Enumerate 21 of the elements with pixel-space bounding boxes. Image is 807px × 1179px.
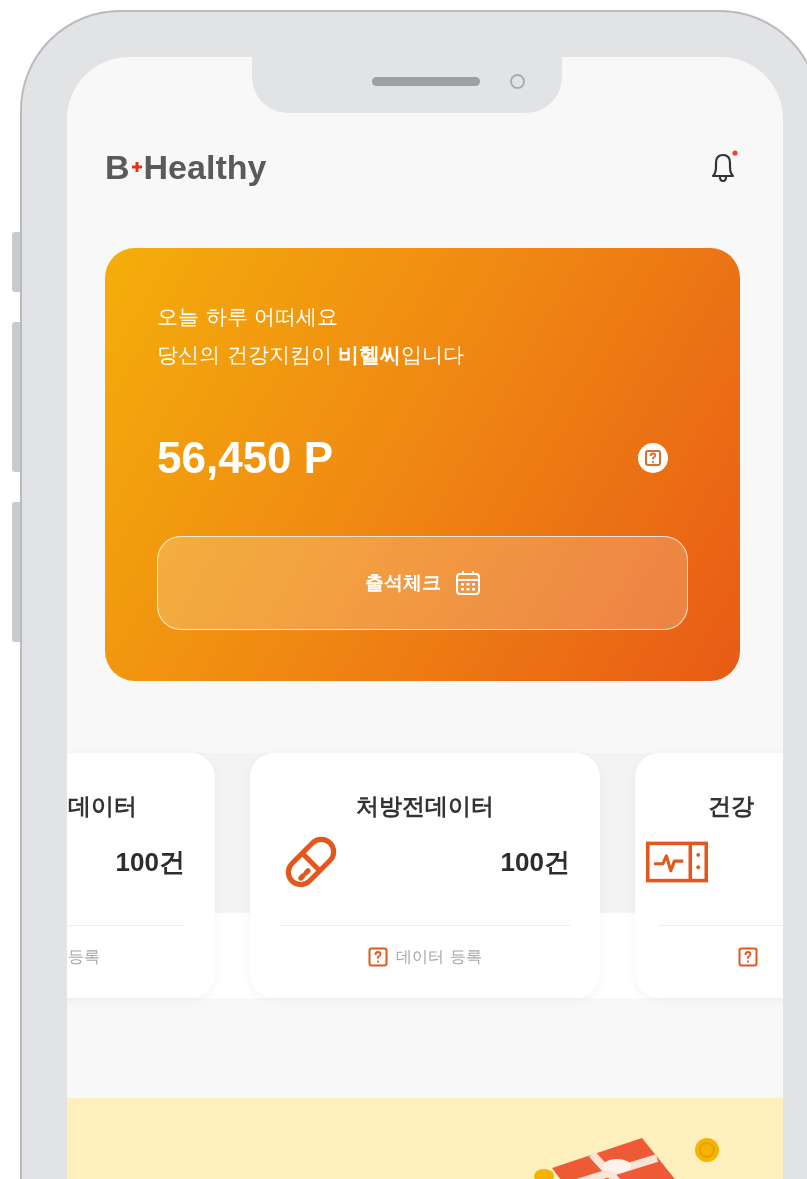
record-count: 100건 — [500, 845, 570, 879]
logo-text: Healthy — [143, 147, 267, 187]
points-value: 56,450 P — [157, 433, 334, 483]
speaker-icon — [372, 77, 480, 86]
logo-text: B — [105, 147, 130, 187]
card-title: 건강 — [707, 792, 755, 821]
data-card[interactable]: 처방전데이터 100건 데이터 등록 — [250, 753, 600, 998]
help-icon[interactable] — [738, 947, 758, 967]
record-count: 100건 — [115, 845, 185, 879]
help-icon[interactable] — [368, 947, 389, 967]
help-icon[interactable] — [638, 443, 668, 473]
data-card[interactable]: 데이터 100건 등록 — [67, 753, 215, 998]
calendar-icon — [454, 570, 481, 596]
greeting-text: 당신의 건강지킴이 비헬씨입니다 — [157, 342, 466, 369]
data-card[interactable]: 건강 — [635, 753, 783, 998]
greeting-text: 오늘 하루 어떠세요 — [157, 304, 340, 331]
monitor-icon — [646, 841, 708, 883]
cross-icon — [131, 162, 142, 172]
camera-icon — [510, 74, 525, 89]
card-title: 처방전데이터 — [355, 792, 495, 821]
card-title: 데이터 — [68, 792, 138, 821]
